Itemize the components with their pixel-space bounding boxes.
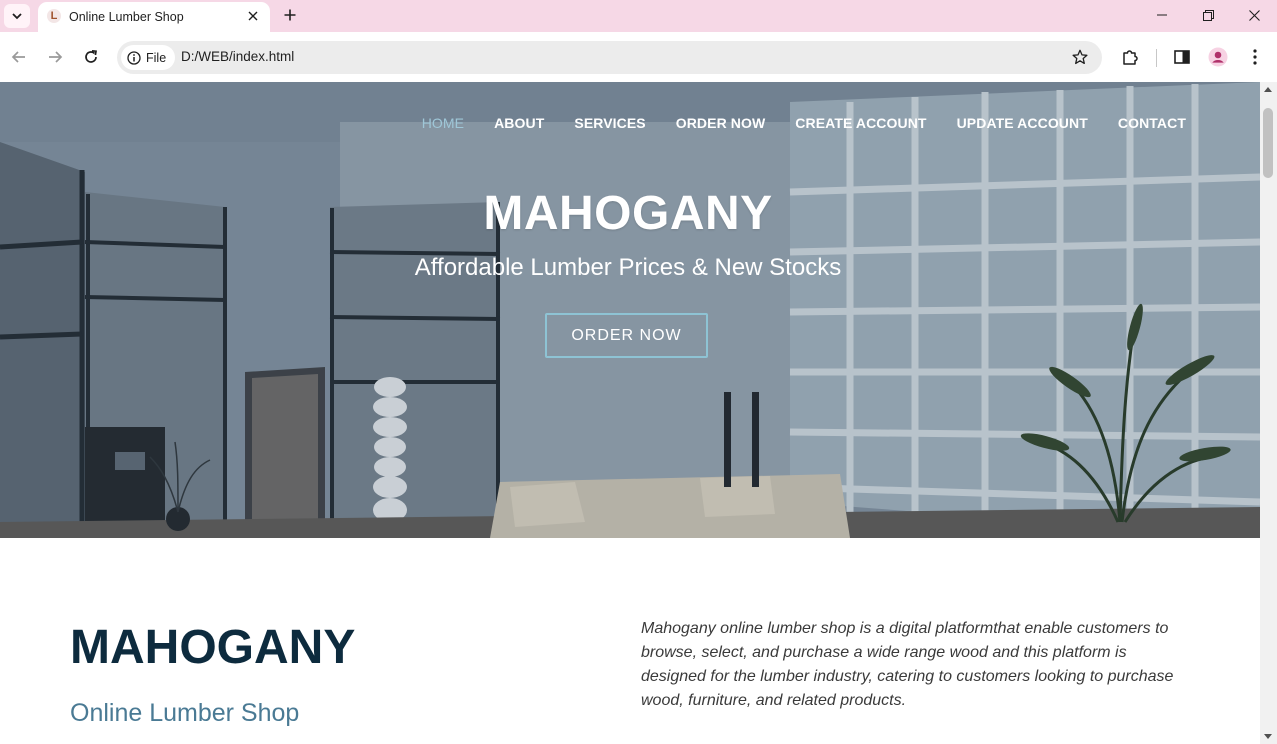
main-navigation: HOME ABOUT SERVICES ORDER NOW CREATE ACC…	[422, 115, 1186, 131]
scroll-up-arrow-icon[interactable]	[1264, 87, 1272, 92]
window-close-button[interactable]	[1240, 4, 1268, 26]
profile-button[interactable]	[1207, 46, 1229, 68]
hero-overlay	[0, 82, 1260, 538]
scrollbar-thumb[interactable]	[1263, 108, 1273, 178]
restore-icon	[1202, 9, 1214, 21]
site-info-chip[interactable]: File	[121, 45, 176, 70]
order-now-button[interactable]: ORDER NOW	[545, 313, 708, 358]
toolbar-divider	[1156, 49, 1157, 67]
page-scrollbar[interactable]	[1260, 82, 1277, 744]
browser-tab-strip: L Online Lumber Shop	[0, 0, 1277, 32]
reload-icon	[85, 49, 97, 63]
reload-button[interactable]	[79, 45, 103, 69]
nav-services[interactable]: SERVICES	[574, 115, 645, 131]
star-icon	[1072, 49, 1088, 65]
nav-home[interactable]: HOME	[422, 115, 464, 131]
chevron-down-icon	[12, 13, 22, 20]
tab-close-button[interactable]	[244, 7, 262, 25]
side-panel-icon	[1174, 50, 1190, 64]
nav-update-account[interactable]: UPDATE ACCOUNT	[957, 115, 1088, 131]
page-viewport: HOME ABOUT SERVICES ORDER NOW CREATE ACC…	[0, 82, 1260, 744]
address-bar[interactable]: File D:/WEB/index.html	[117, 41, 1102, 74]
puzzle-icon	[1123, 50, 1138, 65]
more-vertical-icon	[1253, 49, 1257, 65]
forward-button[interactable]	[43, 45, 67, 69]
info-icon	[127, 50, 141, 65]
hero-title: MAHOGANY	[483, 187, 773, 240]
nav-about[interactable]: ABOUT	[494, 115, 544, 131]
site-favicon-icon: L	[47, 9, 61, 23]
close-icon	[248, 11, 258, 21]
nav-create-account[interactable]: CREATE ACCOUNT	[795, 115, 926, 131]
url-text[interactable]: D:/WEB/index.html	[181, 49, 294, 64]
scroll-down-arrow-icon[interactable]	[1264, 734, 1272, 739]
about-subtitle: Online Lumber Shop	[70, 699, 300, 727]
scheme-label: File	[146, 50, 167, 65]
minimize-button[interactable]	[1148, 4, 1176, 26]
tab-search-button[interactable]	[4, 4, 30, 28]
about-description: Mahogany online lumber shop is a digital…	[641, 620, 1174, 709]
restore-button[interactable]	[1194, 4, 1222, 26]
new-tab-button[interactable]	[280, 5, 300, 25]
extensions-button[interactable]	[1119, 46, 1141, 68]
avatar-icon	[1208, 47, 1228, 67]
about-title: MAHOGANY	[70, 621, 356, 674]
nav-contact[interactable]: CONTACT	[1118, 115, 1186, 131]
browser-menu-button[interactable]	[1244, 46, 1266, 68]
plus-icon	[284, 9, 296, 21]
close-icon	[1248, 9, 1260, 21]
hero-banner: HOME ABOUT SERVICES ORDER NOW CREATE ACC…	[0, 82, 1260, 538]
hero-subtitle: Affordable Lumber Prices & New Stocks	[414, 254, 842, 281]
arrow-right-icon	[49, 51, 63, 63]
side-panel-button[interactable]	[1171, 46, 1193, 68]
arrow-left-icon	[11, 51, 25, 63]
nav-order-now[interactable]: ORDER NOW	[676, 115, 766, 131]
back-button[interactable]	[7, 45, 31, 69]
tab-title: Online Lumber Shop	[69, 10, 184, 24]
browser-tab-active[interactable]: L Online Lumber Shop	[38, 2, 270, 32]
bookmark-button[interactable]	[1070, 47, 1090, 67]
browser-toolbar: File D:/WEB/index.html	[0, 32, 1277, 83]
minimize-icon	[1157, 14, 1167, 16]
